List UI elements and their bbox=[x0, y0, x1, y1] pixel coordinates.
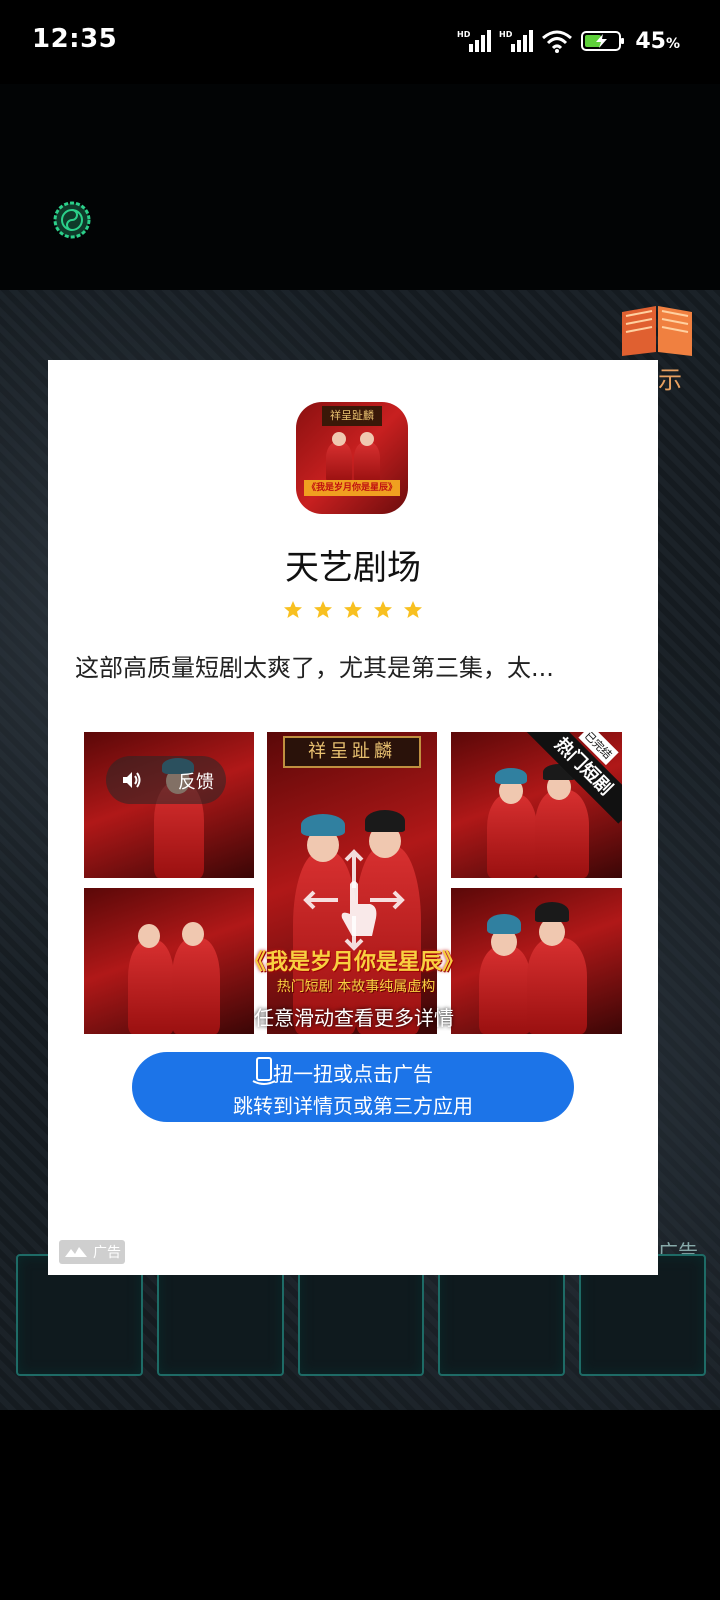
groom-head bbox=[360, 432, 374, 446]
ad-badge: 广告 bbox=[59, 1240, 125, 1264]
swipe-gesture-icon bbox=[303, 849, 405, 951]
drama-title: 《我是岁月你是星辰》 bbox=[243, 950, 464, 975]
clock: 12:35 bbox=[32, 24, 118, 54]
ad-image-gallery[interactable]: 祥呈趾麟 热门短剧 已完结 反馈 《我是岁月你是星辰》 热门短剧 本故事纯属虚构… bbox=[84, 732, 622, 1034]
official-hat bbox=[365, 810, 405, 832]
app-icon-banner: 《我是岁月你是星辰》 bbox=[304, 480, 400, 496]
gallery-image[interactable] bbox=[84, 888, 254, 1034]
bride-figure bbox=[479, 946, 531, 1034]
book-icon[interactable] bbox=[618, 300, 696, 360]
groom-figure bbox=[527, 938, 587, 1034]
star-icon bbox=[374, 601, 392, 618]
gallery-image[interactable] bbox=[84, 732, 254, 878]
phoenix-crown bbox=[495, 768, 527, 784]
cellular-signal-icon: HD bbox=[457, 30, 492, 52]
gallery-image[interactable]: 热门短剧 已完结 bbox=[451, 732, 622, 878]
bride-head bbox=[138, 924, 160, 948]
groom-figure bbox=[535, 790, 589, 878]
star-icon bbox=[284, 601, 302, 618]
groom-figure bbox=[172, 938, 220, 1034]
drama-subtitle: 热门短剧 本故事纯属虚构 bbox=[276, 979, 436, 995]
groom-head bbox=[182, 922, 204, 946]
bride-figure bbox=[487, 794, 537, 878]
groom-figure bbox=[354, 442, 380, 482]
bride-figure bbox=[326, 442, 352, 482]
rating-stars bbox=[48, 600, 658, 620]
star-icon bbox=[314, 601, 332, 618]
ad-network-logo-icon bbox=[65, 1247, 87, 1257]
bride-figure bbox=[128, 940, 174, 1034]
groom-head bbox=[539, 918, 565, 946]
plaque-text: 祥呈趾麟 bbox=[283, 736, 421, 768]
svg-text:HD: HD bbox=[499, 30, 513, 39]
game-header-area bbox=[0, 84, 720, 290]
ad-label: 广告 bbox=[93, 1245, 121, 1261]
star-icon bbox=[344, 601, 362, 618]
cta-line-2: 跳转到详情页或第三方应用 bbox=[233, 1094, 473, 1118]
feedback-button[interactable]: 反馈 bbox=[178, 768, 214, 794]
app-icon[interactable]: 祥呈趾麟 《我是岁月你是星辰》 bbox=[296, 402, 408, 514]
official-hat bbox=[535, 902, 569, 922]
bride-head bbox=[332, 432, 346, 446]
status-icons: HD HD 45% bbox=[457, 26, 680, 56]
ad-cta-button[interactable]: 扭一扭或点击广告 跳转到详情页或第三方应用 bbox=[132, 1052, 574, 1122]
star-icon bbox=[404, 601, 422, 618]
phoenix-crown bbox=[487, 914, 521, 934]
svg-text:HD: HD bbox=[457, 30, 471, 39]
battery-percentage: 45% bbox=[635, 28, 680, 54]
yinyang-settings-icon[interactable] bbox=[52, 200, 92, 240]
cellular-signal-2-icon: HD bbox=[499, 30, 534, 52]
status-bar: 12:35 HD HD 45% bbox=[0, 0, 720, 84]
side-hint-text: 示 bbox=[658, 366, 682, 394]
swipe-hint: 任意滑动查看更多详情 bbox=[254, 1006, 454, 1030]
wifi-icon bbox=[542, 30, 573, 53]
cta-line-1: 扭一扭或点击广告 bbox=[273, 1062, 433, 1086]
sound-icon[interactable] bbox=[120, 768, 144, 792]
ad-description[interactable]: 这部高质量短剧太爽了，尤其是第三集，太... bbox=[75, 648, 635, 683]
app-icon-sign: 祥呈趾麟 bbox=[322, 406, 382, 426]
phoenix-crown bbox=[301, 814, 345, 836]
gallery-image[interactable] bbox=[451, 888, 622, 1034]
app-name[interactable]: 天艺剧场 bbox=[48, 540, 658, 589]
ad-popup[interactable]: 祥呈趾麟 《我是岁月你是星辰》 天艺剧场 这部高质量短剧太爽了，尤其是第三集，太… bbox=[48, 360, 658, 1275]
battery-charging-icon bbox=[581, 31, 625, 51]
